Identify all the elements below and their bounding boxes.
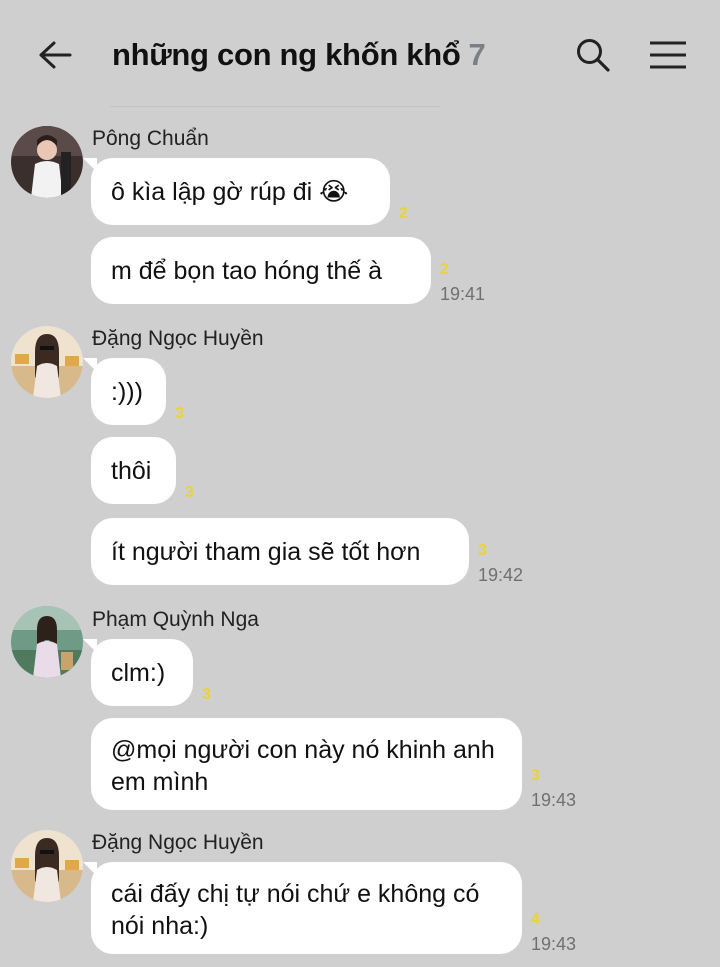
sender-name: Đặng Ngọc Huyền [92, 327, 264, 350]
message-time: 19:43 [531, 790, 577, 810]
chat-header: những con ng khốn khổ 7 [0, 0, 720, 108]
message-text: ít người tham gia sẽ tốt hơn [111, 537, 421, 566]
message-bubble[interactable]: cái đấy chị tự nói chứ e không có nói nh… [83, 862, 522, 954]
menu-button[interactable] [643, 30, 693, 80]
avatar[interactable] [11, 606, 83, 678]
sender-name: Pông Chuẩn [92, 127, 209, 150]
message-time: 19:43 [531, 934, 577, 954]
member-count: 7 [468, 37, 486, 72]
seen-count: 2 [440, 261, 449, 278]
avatar-photo [11, 606, 83, 678]
seen-count: 3 [531, 767, 540, 784]
avatar-photo [11, 326, 83, 398]
avatar[interactable] [11, 830, 83, 902]
sender-name: Đặng Ngọc Huyền [92, 831, 264, 854]
avatar-photo [11, 830, 83, 902]
message-bubble[interactable]: ô kìa lập gờ rúp đi 😭 [83, 158, 390, 225]
chat-title-area[interactable]: những con ng khốn khổ 7 [112, 32, 486, 78]
message-text: thôi [111, 456, 152, 485]
search-button[interactable] [568, 30, 618, 80]
message-text: ô kìa lập gờ rúp đi 😭 [111, 177, 349, 206]
sender-name: Phạm Quỳnh Nga [92, 608, 259, 631]
header-divider [110, 106, 440, 107]
message-bubble[interactable]: :))) [83, 358, 166, 425]
message-time: 19:42 [478, 565, 524, 585]
avatar[interactable] [11, 326, 83, 398]
message-bubble[interactable]: clm:) [83, 639, 193, 706]
message-bubble[interactable]: ít người tham gia sẽ tốt hơn [91, 518, 469, 585]
seen-count: 3 [175, 405, 184, 422]
message-time: 19:41 [440, 284, 486, 304]
message-text: m để bọn tao hóng thế à [111, 256, 383, 285]
group-name: những con ng khốn khổ [112, 37, 461, 72]
message-bubble[interactable]: thôi [91, 437, 176, 504]
seen-count: 4 [531, 911, 540, 928]
avatar-photo [11, 126, 83, 198]
message-bubble[interactable]: m để bọn tao hóng thế à [91, 237, 431, 304]
message-text: :))) [111, 377, 143, 406]
search-icon [577, 39, 610, 72]
back-button[interactable] [30, 30, 80, 80]
arrow-left-icon [39, 41, 72, 69]
message-text: cái đấy chị tự nói chứ e không có nói nh… [111, 880, 480, 940]
avatar[interactable] [11, 126, 83, 198]
message-bubble[interactable]: @mọi người con này nó khinh anh em mình [91, 718, 522, 810]
seen-count: 3 [202, 686, 211, 703]
hamburger-menu-icon [650, 41, 686, 69]
seen-count: 2 [399, 205, 408, 222]
seen-count: 3 [478, 542, 487, 559]
seen-count: 3 [185, 484, 194, 501]
message-text: clm:) [111, 658, 166, 687]
message-text: @mọi người con này nó khinh anh em mình [111, 736, 495, 796]
